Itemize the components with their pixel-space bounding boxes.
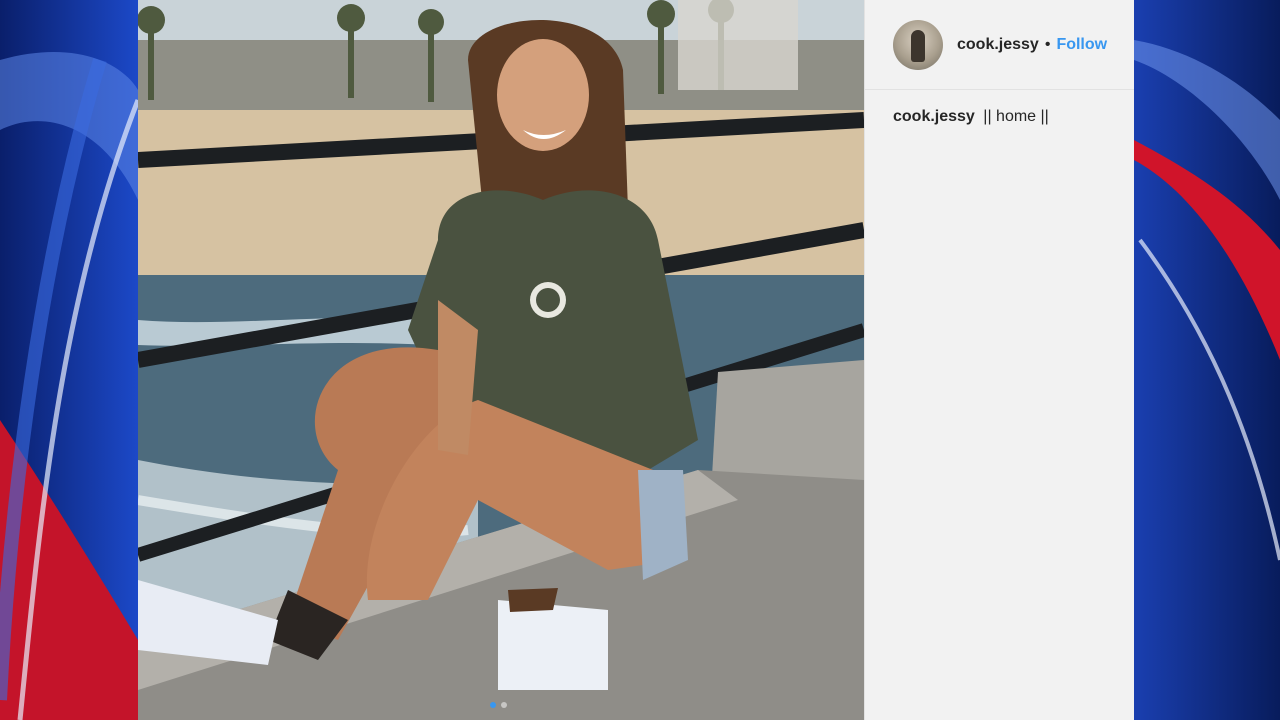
instagram-post-card: cook.jessy • Follow cook.jessy || home |… [138,0,1134,720]
caption-username[interactable]: cook.jessy [893,108,975,125]
carousel-dots [490,702,507,708]
username[interactable]: cook.jessy [957,36,1039,54]
post-caption: cook.jessy || home || [865,90,1134,144]
separator-dot: • [1044,35,1051,53]
post-photo-illustration [138,0,864,720]
post-header: cook.jessy • Follow [865,0,1134,90]
avatar-figure [911,29,925,62]
follow-button[interactable]: Follow [1056,36,1107,54]
avatar[interactable] [893,19,943,70]
carousel-dot[interactable] [501,702,507,708]
post-photo[interactable] [138,0,864,720]
post-sidebar: cook.jessy • Follow cook.jessy || home |… [864,0,1134,720]
caption-text: || home || [983,108,1049,125]
carousel-dot-active[interactable] [490,702,496,708]
